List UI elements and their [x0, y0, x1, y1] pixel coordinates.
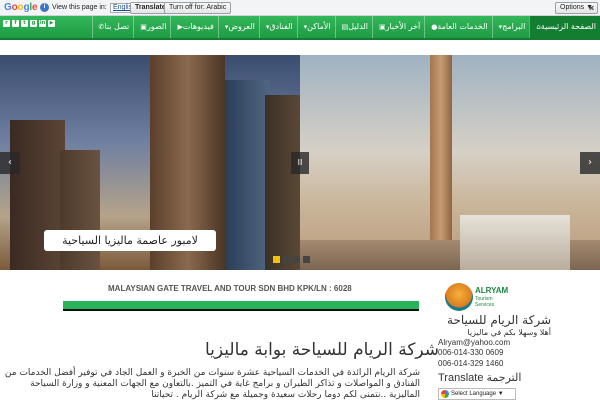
nav-item-8[interactable]: ▶فيديوهات [170, 16, 217, 38]
facebook-icon[interactable]: f [12, 20, 19, 27]
slider-pause-button[interactable]: II [291, 152, 309, 174]
nav-item-label: الصفحة الرئيسية [540, 22, 596, 31]
nav-menu: ⌂الصفحة الرئيسية ▾البرامج ●الخدمات العامة ▣… [91, 16, 600, 38]
nav-item-0[interactable]: ⌂الصفحة الرئيسية [529, 16, 600, 38]
nav-item-3[interactable]: ▣آخر الأخبار [371, 16, 424, 38]
linkedin-icon[interactable]: in [39, 20, 46, 27]
sidebar-greeting: أهلا وسهلا بكم في ماليزيا [467, 328, 551, 337]
nav-item-label: الصور [146, 22, 167, 31]
news-icon: ▣ [378, 23, 386, 31]
slider-dot[interactable] [293, 256, 300, 263]
select-language-label: Select Language ▼ [451, 391, 504, 397]
logo-badge-icon [445, 283, 473, 311]
close-icon[interactable]: × [589, 3, 594, 13]
green-divider [63, 301, 419, 309]
logo-name: ALRYAM [475, 286, 509, 295]
logo-subtitle: Tourism Services [475, 296, 495, 308]
alryam-logo[interactable]: ALRYAM Tourism Services [445, 283, 513, 311]
nav-item-label: الفنادق [269, 22, 293, 31]
slider-prev-button[interactable]: ‹ [0, 152, 20, 174]
view-page-text: View this page in: [52, 4, 107, 11]
nav-item-2[interactable]: ●الخدمات العامة [424, 16, 491, 38]
nav-item-label: العروض [228, 22, 255, 31]
nav-item-label: تصل بنا [104, 22, 130, 31]
main-heading: شركة الريام للسياحة بوابة ماليزيا [205, 340, 440, 360]
google-logo: Google [4, 2, 38, 13]
nav-item-label: الدليل [348, 22, 368, 31]
turn-off-button[interactable]: Turn off for: Arabic [164, 2, 232, 14]
company-description: شركة الريام الرائدة في الخدمات السياحية … [4, 368, 420, 400]
nav-item-label: البرامج [502, 22, 526, 31]
rss-icon[interactable]: r [3, 20, 10, 27]
photo-icon: ▣ [140, 23, 147, 31]
nav-item-label: آخر الأخبار [385, 22, 421, 31]
google-plus-icon[interactable]: g [30, 20, 37, 27]
company-title: MALAYSIAN GATE TRAVEL AND TOUR SDN BHD K… [108, 284, 352, 293]
nav-item-6[interactable]: ▾الفنادق [258, 16, 297, 38]
dark-divider [63, 309, 419, 311]
nav-item-7[interactable]: ▾العروض [217, 16, 259, 38]
google-translate-bar: Google i View this page in: English Tran… [0, 0, 600, 16]
translate-widget-title: Translate الترجمة [438, 372, 522, 384]
nav-item-5[interactable]: ▾الأماكن [296, 16, 335, 38]
social-icons: r f t g in ▶ [3, 20, 55, 27]
nav-item-1[interactable]: ▾البرامج [491, 16, 530, 38]
nav-item-10[interactable]: ✆تصل بنا [91, 16, 134, 38]
nav-item-4[interactable]: ▤الدليل [334, 16, 372, 38]
sidebar-title: شركة الريام للسياحة [447, 313, 551, 327]
nav-item-label: الأماكن [307, 22, 331, 31]
slider-next-button[interactable]: › [580, 152, 600, 174]
slide-image-right [300, 55, 600, 270]
google-language-select[interactable]: Select Language ▼ [438, 388, 516, 400]
info-icon[interactable]: i [40, 3, 49, 12]
twitter-icon[interactable]: t [21, 20, 28, 27]
main-nav: r f t g in ▶ ⌂الصفحة الرئيسية ▾البرامج ●ال… [0, 16, 600, 40]
nav-item-9[interactable]: ▣الصور [133, 16, 170, 38]
sidebar-phone-1: 006-014-330 0609 [438, 348, 504, 357]
sidebar-email[interactable]: Alryam@yahoo.com [438, 338, 510, 347]
slide-caption: لامبور عاصمة ماليزيا السياحية [44, 230, 216, 251]
youtube-icon[interactable]: ▶ [48, 20, 55, 27]
sidebar-phone-2: 006-014-329 1460 [438, 359, 504, 368]
slider-dot[interactable] [273, 256, 280, 263]
slider-dots [273, 256, 310, 263]
google-icon [441, 390, 449, 398]
slider-dot[interactable] [283, 256, 290, 263]
slider-dot[interactable] [303, 256, 310, 263]
nav-item-label: فيديوهات [182, 22, 214, 31]
nav-item-label: الخدمات العامة [437, 22, 488, 31]
